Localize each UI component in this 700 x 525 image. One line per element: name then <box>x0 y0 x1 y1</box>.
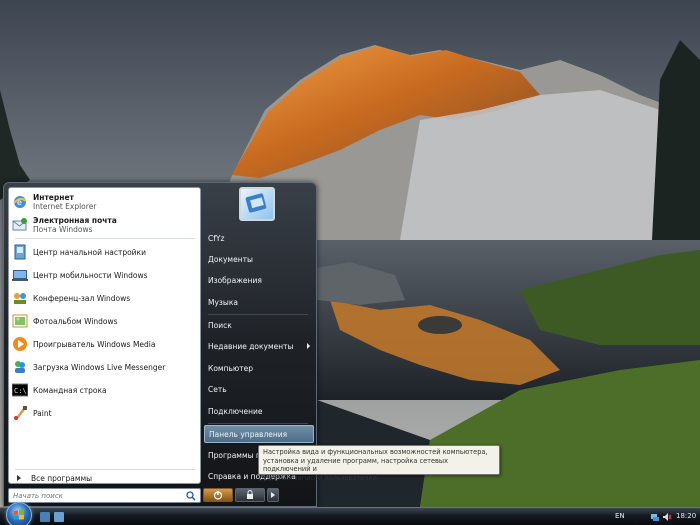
all-programs-button[interactable]: Все программы <box>13 472 198 484</box>
internet-explorer-icon: e <box>12 194 28 210</box>
right-item-recent-documents[interactable]: Недавние документы <box>204 337 314 355</box>
media-player-icon <box>12 336 28 352</box>
command-prompt-icon: C:\ <box>11 382 29 398</box>
menu-separator <box>208 314 308 315</box>
right-item-label: Документы <box>208 254 253 264</box>
network-icon[interactable] <box>650 512 660 522</box>
pinned-item-subtitle: Почта Windows <box>33 225 93 234</box>
tooltip-line: Настройка вида и функциональных возможно… <box>263 448 488 456</box>
control-panel-tooltip: Настройка вида и функциональных возможно… <box>258 445 500 482</box>
right-item-control-panel[interactable]: Панель управления <box>204 425 314 443</box>
paint-icon <box>12 405 28 421</box>
recent-item-label: Проигрыватель Windows Media <box>33 339 156 349</box>
menu-separator <box>15 469 195 470</box>
photo-gallery-icon <box>12 313 28 329</box>
power-controls <box>203 488 279 502</box>
start-search-input[interactable] <box>13 489 183 502</box>
right-item-label: Недавние документы <box>208 341 294 351</box>
right-item-search[interactable]: Поиск <box>204 316 314 334</box>
mobility-center-icon <box>12 267 28 283</box>
volume-icon[interactable] <box>662 512 672 522</box>
start-menu-programs-pane: e Интернет Internet Explorer Электронная … <box>8 187 201 484</box>
pinned-item-title: Интернет <box>33 193 74 202</box>
meeting-space-icon <box>12 290 28 306</box>
right-item-label: Панель управления <box>209 429 288 439</box>
recent-item-welcome-center[interactable]: Центр начальной настройки <box>12 244 198 260</box>
lock-icon <box>247 490 253 499</box>
recent-item-label: Центр начальной настройки <box>33 247 146 257</box>
right-item-label: Подключение <box>208 406 263 416</box>
right-item-label: Музыка <box>208 297 238 307</box>
right-item-label: Изображения <box>208 275 262 285</box>
all-programs-label: Все программы <box>31 473 93 483</box>
show-desktop-icon[interactable] <box>40 512 50 522</box>
windows-mail-icon <box>12 217 28 233</box>
right-item-pictures[interactable]: Изображения <box>204 271 314 289</box>
right-item-network[interactable]: Сеть <box>204 380 314 398</box>
right-item-computer[interactable]: Компьютер <box>204 359 314 377</box>
recent-item-mobility-center[interactable]: Центр мобильности Windows <box>12 267 198 283</box>
windows-logo-icon <box>14 509 24 520</box>
svg-text:e: e <box>17 198 22 207</box>
right-item-music[interactable]: Музыка <box>204 293 314 311</box>
pinned-item-subtitle: Internet Explorer <box>33 202 97 211</box>
recent-item-label: Конференц-зал Windows <box>33 293 131 303</box>
svg-text:C:\: C:\ <box>14 387 27 395</box>
right-item-label: Поиск <box>208 320 232 330</box>
shutdown-options-button[interactable] <box>267 488 279 502</box>
search-icon[interactable] <box>186 491 196 501</box>
start-search-box[interactable] <box>8 488 201 503</box>
pinned-item-title: Электронная почта <box>33 216 117 225</box>
recent-item-media-player[interactable]: Проигрыватель Windows Media <box>12 336 198 352</box>
right-item-label: CfYz <box>208 233 225 243</box>
right-item-documents[interactable]: Документы <box>204 250 314 268</box>
pinned-item-internet[interactable]: e Интернет Internet Explorer <box>12 193 198 211</box>
tooltip-line: установка и удаление программ, настройка… <box>263 456 449 474</box>
recent-item-label: Загрузка Windows Live Messenger <box>33 362 166 372</box>
recent-item-label: Фотоальбом Windows <box>33 316 118 326</box>
language-indicator[interactable]: EN <box>615 512 625 520</box>
chevron-right-icon <box>307 343 310 349</box>
right-item-label: Программы по <box>208 450 266 460</box>
menu-separator <box>15 238 195 239</box>
recent-item-messenger[interactable]: Загрузка Windows Live Messenger <box>12 359 198 375</box>
right-item-label: Компьютер <box>208 363 253 373</box>
power-button[interactable] <box>203 488 233 502</box>
recent-item-label: Командная строка <box>33 385 107 395</box>
right-item-user[interactable]: CfYz <box>204 229 314 247</box>
user-picture <box>239 187 275 221</box>
right-item-connect-to[interactable]: Подключение <box>204 402 314 420</box>
chevron-right-icon <box>17 475 21 481</box>
chevron-right-icon <box>271 492 275 498</box>
recent-item-paint[interactable]: Paint <box>12 405 198 421</box>
recent-item-command-prompt[interactable]: C:\ Командная строка <box>11 382 198 398</box>
pinned-item-email[interactable]: Электронная почта Почта Windows <box>12 216 198 234</box>
user-picture-icon <box>245 193 267 213</box>
taskbar: EN 18:20 <box>0 502 700 525</box>
start-button[interactable] <box>6 502 32 525</box>
tooltip-line: учетных записей пользователей. <box>263 473 379 482</box>
recent-item-label: Центр мобильности Windows <box>33 270 148 280</box>
switch-windows-icon[interactable] <box>54 512 64 522</box>
menu-separator <box>208 423 308 424</box>
recent-item-meeting-space[interactable]: Конференц-зал Windows <box>12 290 198 306</box>
lock-button[interactable] <box>235 488 265 502</box>
recent-item-label: Paint <box>33 408 52 418</box>
welcome-center-icon <box>12 244 28 260</box>
right-item-label: Сеть <box>208 384 227 394</box>
system-clock[interactable]: 18:20 <box>676 512 696 520</box>
recent-item-photo-gallery[interactable]: Фотоальбом Windows <box>12 313 198 329</box>
messenger-icon <box>12 359 28 375</box>
power-icon <box>213 491 223 500</box>
